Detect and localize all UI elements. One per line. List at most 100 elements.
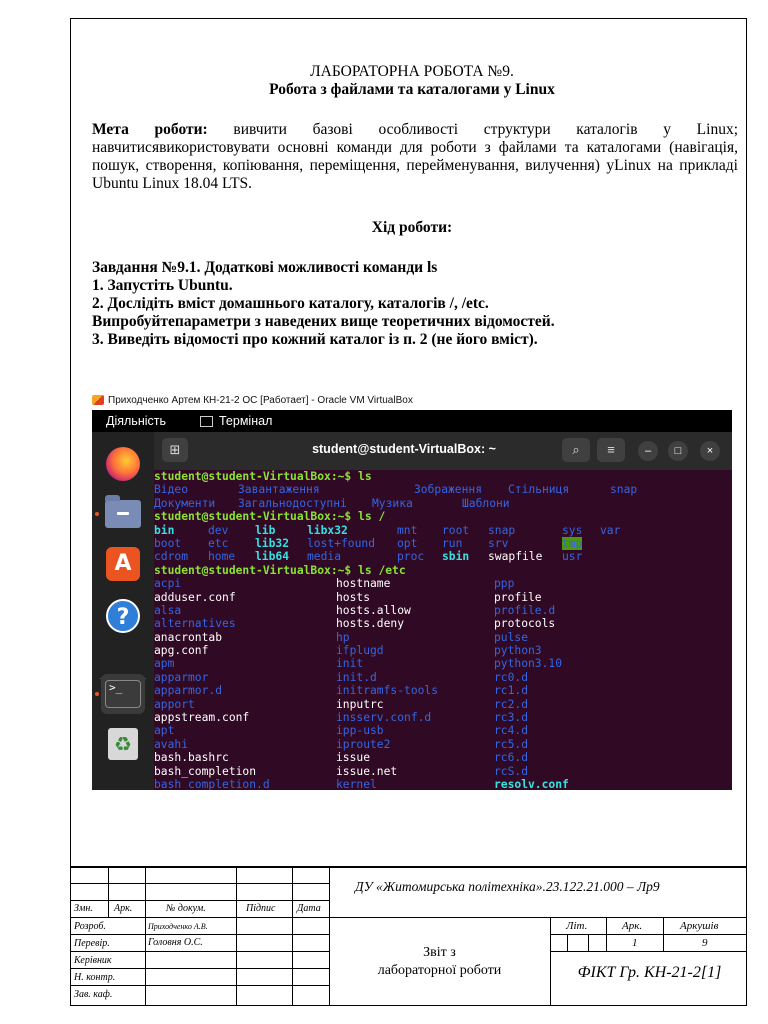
terminal-entry: rc5.d: [494, 737, 529, 751]
terminal-command: student@student-VirtualBox:~$ ls: [154, 470, 372, 483]
terminal-output[interactable]: student@student-VirtualBox:~$ ls Відео Зав…: [154, 470, 732, 790]
terminal-line: adduser.conf hosts profile: [154, 591, 732, 604]
trash-icon: ♻: [108, 728, 138, 760]
terminal-line: apt ipp-usb rc4.d: [154, 724, 732, 737]
terminal-line: alsa hosts.allow profile.d: [154, 604, 732, 617]
terminal-entry: lib64: [255, 550, 290, 564]
terminal-entry: resolv.conf: [494, 777, 569, 790]
terminal-entry: appstream.conf: [154, 711, 250, 725]
terminal-entry: Музика: [372, 496, 413, 510]
dock-terminal[interactable]: >_: [101, 674, 145, 714]
terminal-entry: python3.10: [494, 657, 563, 671]
help-icon: ?: [106, 599, 140, 633]
terminal-line: bash_completion issue.net rcS.d: [154, 765, 732, 778]
task-line: Випробуйтепараметри з наведених вище тео…: [92, 313, 555, 330]
dock-files[interactable]: [101, 494, 145, 534]
terminal-entry: hp: [336, 630, 350, 644]
dock-help[interactable]: ?: [101, 596, 145, 636]
menu-button[interactable]: ≡: [597, 438, 625, 462]
terminal-entry: opt: [397, 536, 418, 550]
terminal-entry: snap: [610, 483, 638, 497]
minimize-button[interactable]: –: [638, 441, 658, 461]
virtualbox-window-title: Приходченко Артем КН-21-2 ОС [Работает] …: [108, 395, 413, 406]
terminal-entry: mnt: [397, 523, 418, 537]
header-date: Дата: [297, 903, 321, 914]
terminal-entry: hosts.allow: [336, 603, 411, 617]
search-button[interactable]: ⌕: [562, 438, 590, 462]
virtualbox-title-bar: Приходченко Артем КН-21-2 ОС [Работает] …: [92, 393, 742, 409]
lit-label: Літ.: [566, 920, 588, 932]
terminal-entry: rc6.d: [494, 751, 529, 765]
dock-app-center[interactable]: A: [101, 544, 145, 584]
terminal-entry: kernel: [336, 777, 377, 790]
firefox-icon: [106, 447, 140, 481]
terminal-entry: hosts.deny: [336, 617, 405, 631]
terminal-entry: initramfs-tools: [336, 684, 439, 698]
activities-button[interactable]: Діяльність: [106, 410, 166, 432]
terminal-line: student@student-VirtualBox:~$ ls /: [154, 510, 732, 523]
terminal-entry: bash.bashrc: [154, 751, 229, 765]
terminal-entry: proc: [397, 550, 425, 564]
terminal-line: cdrom home lib64 media proc sbin swapfile usr: [154, 550, 732, 563]
dock-trash[interactable]: ♻: [101, 724, 145, 764]
terminal-line: apparmor init.d rc0.d: [154, 671, 732, 684]
terminal-entry: profile.d: [494, 603, 556, 617]
goal-label: Мета роботи:: [92, 121, 208, 138]
terminal-entry: lost+found: [307, 536, 376, 550]
terminal-line: bash.bashrc issue rc6.d: [154, 751, 732, 764]
app-store-icon: A: [106, 547, 140, 581]
terminal-entry: apt: [154, 724, 175, 738]
terminal-entry: sbin: [442, 550, 470, 564]
terminal-entry: protocols: [494, 617, 556, 631]
checker-name: Головня О.С.: [148, 937, 203, 948]
terminal-app-menu[interactable]: Термінал: [200, 410, 272, 432]
terminal-entry: Загальнодоступні: [238, 496, 347, 510]
developer-name: Приходченко А.В.: [148, 922, 208, 931]
terminal-entry: cdrom: [154, 550, 189, 564]
terminal-entry: python3: [494, 644, 542, 658]
dock-firefox[interactable]: [101, 444, 145, 484]
terminal-entry: media: [307, 550, 342, 564]
terminal-line: Відео Завантаження Зображення Стільниця snap: [154, 483, 732, 496]
role-developer: Розроб.: [74, 921, 106, 932]
task-line: Завдання №9.1. Додаткові можливості кома…: [92, 259, 438, 276]
terminal-line: bash_completion.d kernel resolv.conf: [154, 778, 732, 790]
terminal-command: student@student-VirtualBox:~$ ls /: [154, 510, 386, 524]
close-button[interactable]: ×: [700, 441, 720, 461]
sheets-total-label: Аркушів: [680, 920, 719, 932]
terminal-entry: init.d: [336, 670, 377, 684]
task-line: 1. Запустіть Ubuntu.: [92, 277, 233, 294]
terminal-entry: srv: [488, 536, 509, 550]
terminal-entry: rc1.d: [494, 684, 529, 698]
terminal-entry: ifplugd: [336, 644, 384, 658]
running-indicator: [95, 512, 99, 516]
terminal-header-bar: ⊞ student@student-VirtualBox: ~ ⌕ ≡ – □ …: [154, 432, 732, 470]
terminal-line: student@student-VirtualBox:~$ ls /etc: [154, 564, 732, 577]
terminal-entry: boot: [154, 536, 182, 550]
maximize-button[interactable]: □: [668, 441, 688, 461]
terminal-entry: apport: [154, 697, 195, 711]
terminal-entry: etc: [208, 536, 229, 550]
terminal-app-label: Термінал: [219, 414, 273, 428]
terminal-line: student@student-VirtualBox:~$ ls: [154, 470, 732, 483]
header-zmn: Змн.: [74, 903, 93, 914]
terminal-entry: Шаблони: [462, 496, 510, 510]
terminal-entry: apparmor.d: [154, 684, 223, 698]
role-supervisor: Керівник: [74, 955, 112, 966]
sheets-total: 9: [702, 937, 708, 949]
terminal-command: student@student-VirtualBox:~$ ls /etc: [154, 563, 406, 577]
group-label: ФІКТ Гр. КН-21-2[1]: [577, 964, 722, 981]
ubuntu-dock: A ? >_ ♻: [92, 432, 154, 790]
terminal-entry: tmp: [562, 536, 583, 551]
running-indicator: [95, 692, 99, 696]
terminal-line: anacrontab hp pulse: [154, 631, 732, 644]
terminal-entry: apparmor: [154, 670, 209, 684]
terminal-entry: lib32: [255, 536, 290, 550]
document-code: ДУ «Житомирська політехніка».23.122.21.0…: [355, 879, 660, 894]
terminal-entry: run: [442, 536, 463, 550]
role-head-of-dept: Зав. каф.: [74, 989, 113, 1000]
terminal-entry: bash_completion: [154, 764, 257, 778]
terminal-entry: bin: [154, 523, 175, 537]
terminal-entry: rcS.d: [494, 764, 529, 778]
header-sign: Підпис: [246, 903, 276, 914]
